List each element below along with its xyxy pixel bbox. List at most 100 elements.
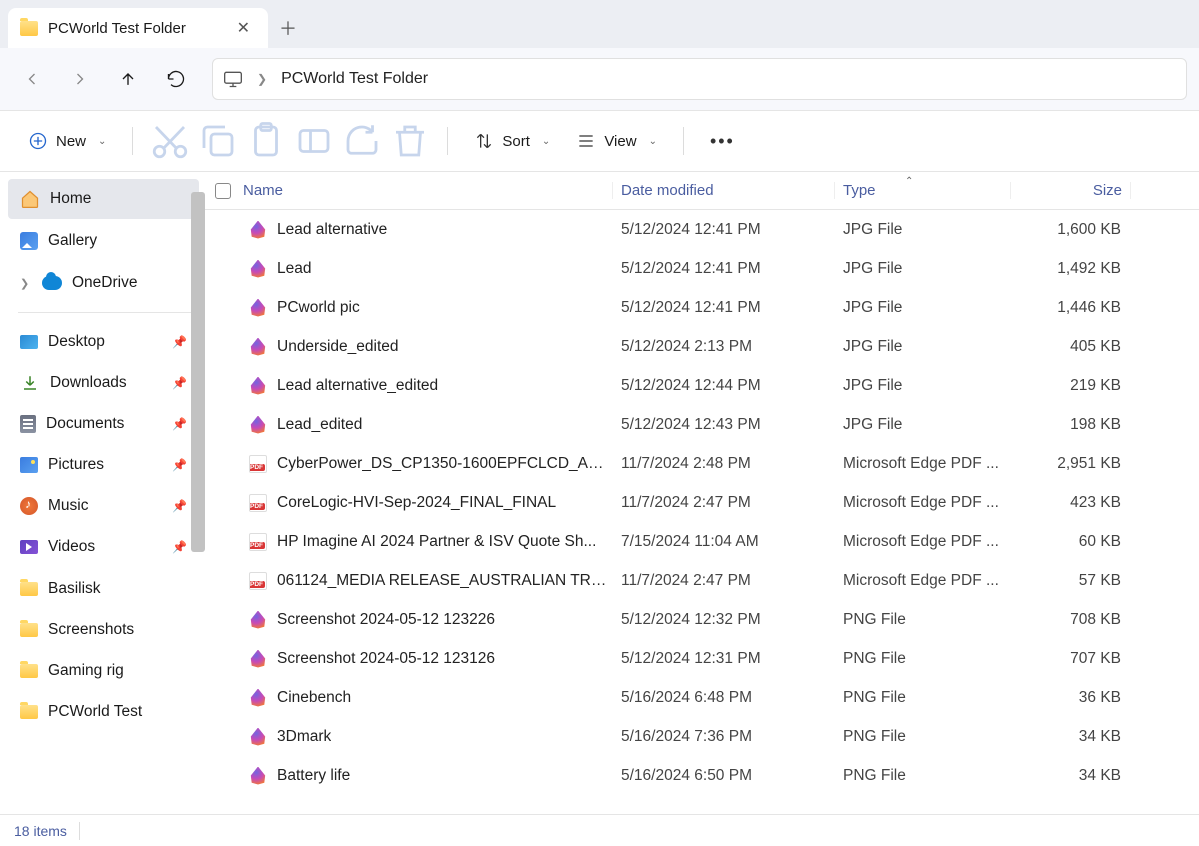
- sidebar-item-label: PCWorld Test: [48, 703, 142, 721]
- copy-button[interactable]: [197, 122, 239, 160]
- sidebar-item-label: Home: [50, 190, 91, 208]
- gallery-icon: [20, 232, 38, 250]
- file-type: PNG File: [835, 767, 1011, 785]
- sidebar-item-label: Music: [48, 497, 88, 515]
- file-row[interactable]: 061124_MEDIA RELEASE_AUSTRALIAN TRAC... …: [205, 561, 1199, 600]
- file-row[interactable]: Screenshot 2024-05-12 123126 5/12/2024 1…: [205, 639, 1199, 678]
- file-name: PCworld pic: [277, 299, 360, 317]
- breadcrumb-location[interactable]: PCWorld Test Folder: [281, 70, 428, 88]
- file-row[interactable]: HP Imagine AI 2024 Partner & ISV Quote S…: [205, 522, 1199, 561]
- pin-icon[interactable]: 📌: [172, 417, 187, 431]
- sidebar-item-music[interactable]: Music 📌: [8, 486, 199, 526]
- image-icon: [249, 221, 267, 239]
- sidebar-item-desktop[interactable]: Desktop 📌: [8, 322, 199, 362]
- file-row[interactable]: CyberPower_DS_CP1350-1600EPFCLCD_AU_... …: [205, 444, 1199, 483]
- sort-button[interactable]: Sort ⌄: [464, 122, 560, 160]
- file-date: 5/16/2024 6:48 PM: [613, 689, 835, 707]
- file-type: Microsoft Edge PDF ...: [835, 533, 1011, 551]
- view-button[interactable]: View ⌄: [566, 122, 667, 160]
- sidebar-item-gallery[interactable]: Gallery: [8, 221, 199, 261]
- file-row[interactable]: Lead_edited 5/12/2024 12:43 PM JPG File …: [205, 405, 1199, 444]
- file-size: 1,492 KB: [1011, 260, 1125, 278]
- pictures-icon: [20, 457, 38, 473]
- column-header-type[interactable]: ⌃ Type: [835, 182, 1011, 199]
- forward-button[interactable]: [60, 59, 100, 99]
- paste-button[interactable]: [245, 122, 287, 160]
- image-icon: [249, 611, 267, 629]
- pin-icon[interactable]: 📌: [172, 458, 187, 472]
- file-name: 061124_MEDIA RELEASE_AUSTRALIAN TRAC...: [277, 572, 613, 590]
- close-tab-button[interactable]: ✕: [231, 16, 256, 40]
- sidebar-item-onedrive[interactable]: ❯ OneDrive: [8, 263, 199, 303]
- view-button-label: View: [604, 133, 636, 150]
- navigation-sidebar: Home Gallery ❯ OneDrive Desktop 📌 Downlo…: [0, 172, 205, 814]
- up-button[interactable]: [108, 59, 148, 99]
- file-name: Battery life: [277, 767, 350, 785]
- file-size: 1,446 KB: [1011, 299, 1125, 317]
- file-row[interactable]: Cinebench 5/16/2024 6:48 PM PNG File 36 …: [205, 678, 1199, 717]
- pin-icon[interactable]: 📌: [172, 499, 187, 513]
- sidebar-scrollbar[interactable]: [191, 192, 205, 552]
- music-icon: [20, 497, 38, 515]
- more-button[interactable]: •••: [700, 122, 745, 160]
- file-date: 5/12/2024 12:43 PM: [613, 416, 835, 434]
- file-date: 7/15/2024 11:04 AM: [613, 533, 835, 551]
- column-header-name[interactable]: Name: [215, 182, 613, 199]
- sidebar-item-folder[interactable]: Gaming rig: [8, 651, 199, 691]
- sidebar-item-pictures[interactable]: Pictures 📌: [8, 445, 199, 485]
- breadcrumb-separator[interactable]: ❯: [257, 72, 267, 86]
- file-date: 5/16/2024 6:50 PM: [613, 767, 835, 785]
- sidebar-item-folder[interactable]: Basilisk: [8, 569, 199, 609]
- back-button[interactable]: [12, 59, 52, 99]
- sort-button-label: Sort: [502, 133, 530, 150]
- sidebar-item-downloads[interactable]: Downloads 📌: [8, 363, 199, 403]
- file-row[interactable]: Lead 5/12/2024 12:41 PM JPG File 1,492 K…: [205, 249, 1199, 288]
- sidebar-item-home[interactable]: Home: [8, 179, 199, 219]
- cut-button[interactable]: [149, 122, 191, 160]
- active-tab[interactable]: PCWorld Test Folder ✕: [8, 8, 268, 48]
- share-button[interactable]: [341, 122, 383, 160]
- file-type: JPG File: [835, 299, 1011, 317]
- videos-icon: [20, 540, 38, 554]
- delete-button[interactable]: [389, 122, 431, 160]
- expand-chevron-icon[interactable]: ❯: [20, 277, 32, 290]
- new-button[interactable]: New ⌄: [18, 122, 116, 160]
- sidebar-item-label: Gallery: [48, 232, 97, 250]
- file-row[interactable]: 3Dmark 5/16/2024 7:36 PM PNG File 34 KB: [205, 717, 1199, 756]
- file-size: 34 KB: [1011, 767, 1125, 785]
- address-bar[interactable]: ❯ PCWorld Test Folder: [212, 58, 1187, 100]
- file-row[interactable]: Lead alternative 5/12/2024 12:41 PM JPG …: [205, 210, 1199, 249]
- file-row[interactable]: Battery life 5/16/2024 6:50 PM PNG File …: [205, 756, 1199, 795]
- file-date: 5/12/2024 12:41 PM: [613, 299, 835, 317]
- image-icon: [249, 650, 267, 668]
- sidebar-item-documents[interactable]: Documents 📌: [8, 404, 199, 444]
- file-name: Lead: [277, 260, 311, 278]
- file-date: 5/12/2024 12:31 PM: [613, 650, 835, 668]
- rename-button[interactable]: [293, 122, 335, 160]
- sidebar-item-videos[interactable]: Videos 📌: [8, 527, 199, 567]
- file-size: 708 KB: [1011, 611, 1125, 629]
- select-all-checkbox[interactable]: [215, 183, 231, 199]
- sidebar-item-folder[interactable]: PCWorld Test: [8, 692, 199, 732]
- file-row[interactable]: PCworld pic 5/12/2024 12:41 PM JPG File …: [205, 288, 1199, 327]
- pin-icon[interactable]: 📌: [172, 335, 187, 349]
- refresh-button[interactable]: [156, 59, 196, 99]
- file-row[interactable]: Screenshot 2024-05-12 123226 5/12/2024 1…: [205, 600, 1199, 639]
- column-header-size[interactable]: Size: [1011, 182, 1131, 199]
- file-date: 5/12/2024 12:44 PM: [613, 377, 835, 395]
- file-row[interactable]: Underside_edited 5/12/2024 2:13 PM JPG F…: [205, 327, 1199, 366]
- file-date: 11/7/2024 2:47 PM: [613, 572, 835, 590]
- pin-icon[interactable]: 📌: [172, 540, 187, 554]
- status-bar: 18 items: [0, 814, 1199, 846]
- file-date: 5/12/2024 12:41 PM: [613, 260, 835, 278]
- chevron-down-icon: ⌄: [649, 136, 657, 147]
- folder-icon: [20, 21, 38, 36]
- file-row[interactable]: CoreLogic-HVI-Sep-2024_FINAL_FINAL 11/7/…: [205, 483, 1199, 522]
- file-row[interactable]: Lead alternative_edited 5/12/2024 12:44 …: [205, 366, 1199, 405]
- column-header-date[interactable]: Date modified: [613, 182, 835, 199]
- file-size: 198 KB: [1011, 416, 1125, 434]
- file-size: 707 KB: [1011, 650, 1125, 668]
- new-tab-button[interactable]: ＋: [268, 8, 308, 48]
- pin-icon[interactable]: 📌: [172, 376, 187, 390]
- sidebar-item-folder[interactable]: Screenshots: [8, 610, 199, 650]
